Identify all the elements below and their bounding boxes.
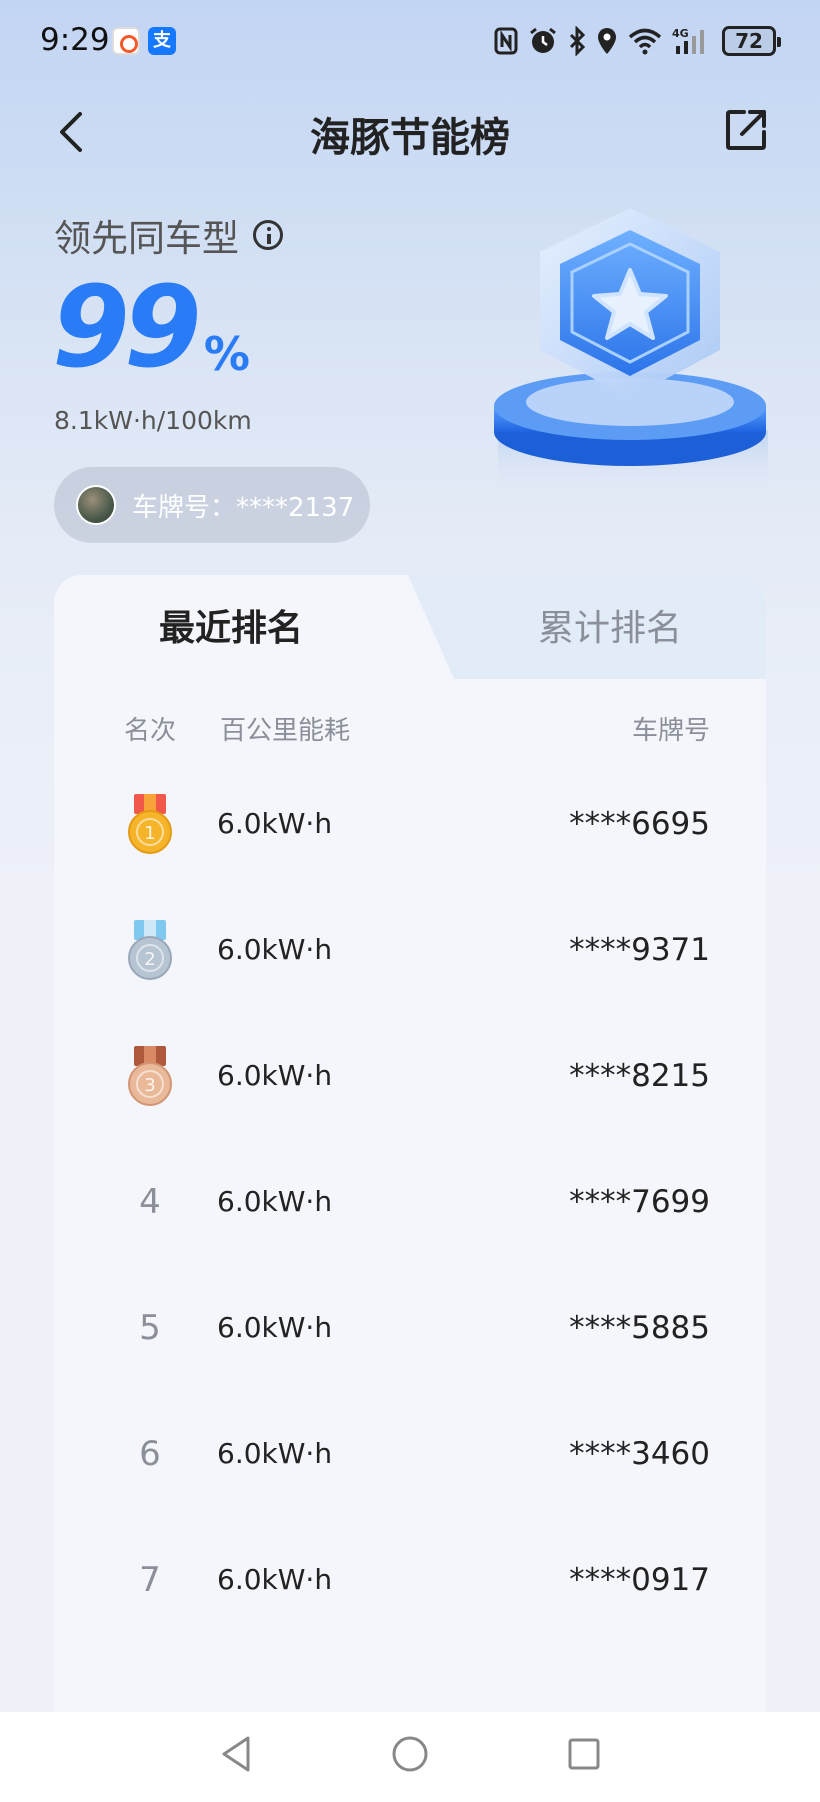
row-energy: 6.0kW·h (217, 1311, 333, 1344)
nav-home-icon[interactable] (388, 1732, 432, 1776)
lead-text: 领先同车型 (54, 217, 239, 260)
svg-text:2: 2 (144, 949, 155, 970)
row-energy: 6.0kW·h (217, 1437, 333, 1470)
svg-text:1: 1 (144, 823, 155, 844)
svg-text:3: 3 (144, 1075, 155, 1096)
row-energy: 6.0kW·h (217, 1563, 333, 1596)
row-energy: 6.0kW·h (217, 1059, 333, 1092)
silver-medal-icon: 2 (110, 887, 190, 1013)
wifi-icon (628, 28, 662, 55)
signal-4g-icon: 4G (672, 27, 704, 54)
header-plate: 车牌号 (631, 716, 710, 746)
ranking-card: 最近排名 累计排名 名次 百公里能耗 车牌号 1 6.0kW·h ****6695 2… (54, 575, 766, 1802)
rank-number: 5 (139, 1308, 161, 1348)
status-time: 9:29 (40, 22, 110, 58)
percent-value: 99 (52, 263, 202, 393)
row-plate: ****3460 (569, 1436, 710, 1472)
avatar (76, 485, 116, 525)
energy-consumption: 8.1kW·h/100km (54, 406, 252, 435)
battery-icon: 72 (722, 26, 781, 56)
row-plate: ****9371 (569, 932, 710, 968)
table-row: 2 6.0kW·h ****9371 (54, 887, 766, 1013)
table-row: 6 6.0kW·h ****3460 (54, 1391, 766, 1517)
row-plate: ****0917 (569, 1562, 710, 1598)
location-icon (598, 28, 616, 54)
nfc-icon (494, 27, 518, 55)
row-energy: 6.0kW·h (217, 807, 333, 840)
svg-text:4G: 4G (672, 27, 689, 40)
rank-number: 4 (139, 1182, 161, 1222)
row-energy: 6.0kW·h (217, 933, 333, 966)
tab-recent-label[interactable]: 最近排名 (54, 599, 408, 651)
header-rank: 名次 (123, 716, 176, 746)
star-badge-icon (494, 208, 768, 500)
bronze-medal-icon: 3 (110, 1013, 190, 1139)
status-icons: 4G 72 (494, 24, 781, 58)
lead-percentage: 99 % (52, 272, 250, 384)
share-icon[interactable] (724, 108, 768, 152)
table-row: 4 6.0kW·h ****7699 (54, 1139, 766, 1265)
percent-sign: % (203, 327, 250, 381)
table-row: 3 6.0kW·h ****8215 (54, 1013, 766, 1139)
plate-chip: 车牌号：****2137 (54, 467, 370, 543)
rank-number: 6 (139, 1434, 161, 1474)
alarm-icon (530, 27, 556, 53)
table-row: 1 6.0kW·h ****6695 (54, 761, 766, 887)
page-title: 海豚节能榜 (310, 115, 510, 161)
table-row: 5 6.0kW·h ****5885 (54, 1265, 766, 1391)
row-plate: ****7699 (569, 1184, 710, 1220)
rank-number: 7 (139, 1560, 161, 1600)
plate-number: 车牌号：****2137 (132, 492, 355, 523)
system-nav-bar (0, 1712, 820, 1802)
status-bar: 9:29 支 4G 72 (0, 0, 820, 80)
alipay-icon: 支 (148, 27, 176, 55)
nav-recents-icon[interactable] (562, 1732, 606, 1776)
nav-back-icon[interactable] (214, 1732, 258, 1776)
app-notification-icon (112, 27, 140, 55)
table-row: 7 6.0kW·h ****0917 (54, 1517, 766, 1643)
row-plate: ****6695 (569, 806, 710, 842)
row-plate: ****5885 (569, 1310, 710, 1346)
tab-cumulative[interactable]: 累计排名 (454, 599, 766, 651)
bluetooth-icon (569, 26, 586, 56)
info-icon[interactable] (253, 220, 283, 250)
row-energy: 6.0kW·h (217, 1185, 333, 1218)
gold-medal-icon: 1 (110, 761, 190, 887)
lead-same-model: 领先同车型 (54, 208, 283, 262)
row-plate: ****8215 (569, 1058, 710, 1094)
header-energy: 百公里能耗 (220, 716, 351, 746)
